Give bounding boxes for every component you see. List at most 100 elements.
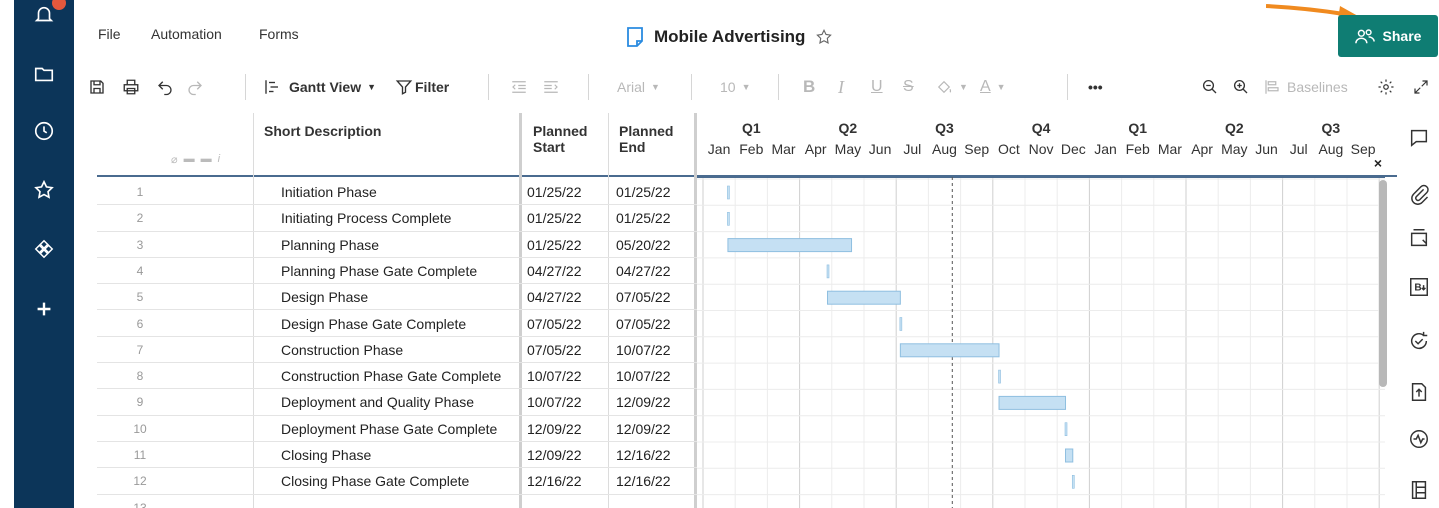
gantt-chart-svg: Q1 Q2 Q3 Q4 Q1 Q2 Q3 Jan Feb Mar Apr May Jun Jul Aug Se… xyxy=(697,120,1385,508)
comments-icon[interactable] xyxy=(1408,127,1430,149)
favorite-star-icon[interactable] xyxy=(815,28,833,46)
table-row[interactable]: 2 Initiating Process Complete 01/25/22 01/2… xyxy=(97,205,697,232)
clock-icon[interactable] xyxy=(14,116,74,146)
chevron-down-icon: ▼ xyxy=(741,82,751,92)
cell-short-description[interactable]: Construction Phase xyxy=(281,342,403,358)
share-button[interactable]: Share xyxy=(1338,15,1438,57)
table-row[interactable]: 1 Initiation Phase 01/25/22 01/25/22 xyxy=(97,179,697,206)
activity-log-icon[interactable] xyxy=(1408,330,1430,352)
cell-planned-start[interactable]: 10/07/22 xyxy=(527,368,582,384)
bell-icon[interactable] xyxy=(14,0,74,30)
table-row[interactable]: 3 Planning Phase 01/25/22 05/20/22 xyxy=(97,232,697,258)
gantt-view-dropdown[interactable]: Gantt View ▼ xyxy=(263,75,376,99)
cell-planned-end[interactable]: 05/20/22 xyxy=(616,237,671,253)
filter-label: Filter xyxy=(415,79,450,95)
redo-icon[interactable] xyxy=(186,75,204,99)
cell-short-description[interactable]: Deployment Phase Gate Complete xyxy=(281,421,497,437)
undo-icon[interactable] xyxy=(156,75,174,99)
table-row[interactable]: 4 Planning Phase Gate Complete 04/27/22 04/… xyxy=(97,258,697,285)
cell-planned-end[interactable]: 07/05/22 xyxy=(616,289,671,305)
table-row[interactable]: 8 Construction Phase Gate Complete 10/07/2… xyxy=(97,363,697,390)
toolbar-divider xyxy=(488,74,489,100)
cell-planned-end[interactable]: 07/05/22 xyxy=(616,316,671,332)
cell-planned-start[interactable]: 12/16/22 xyxy=(527,473,582,489)
bold-button[interactable]: B xyxy=(803,75,815,99)
filter-button[interactable]: Filter xyxy=(395,75,449,99)
cell-planned-start[interactable]: 01/25/22 xyxy=(527,210,582,226)
cell-planned-end[interactable]: 10/07/22 xyxy=(616,342,671,358)
fill-color-dropdown[interactable]: ▼ xyxy=(935,75,968,99)
cell-short-description[interactable]: Planning Phase Gate Complete xyxy=(281,263,477,279)
cell-planned-end[interactable]: 12/09/22 xyxy=(616,394,671,410)
strikethrough-button[interactable]: S xyxy=(903,75,914,99)
table-row[interactable]: 7 Construction Phase 07/05/22 10/07/22 xyxy=(97,337,697,364)
cell-planned-end[interactable]: 10/07/22 xyxy=(616,368,671,384)
cell-planned-end[interactable]: 12/16/22 xyxy=(616,447,671,463)
cell-short-description[interactable]: Closing Phase Gate Complete xyxy=(281,473,469,489)
menu-forms[interactable]: Forms xyxy=(259,26,299,42)
cell-planned-start[interactable]: 10/07/22 xyxy=(527,394,582,410)
summary-icon[interactable]: B xyxy=(1408,276,1430,298)
italic-button[interactable]: I xyxy=(838,75,844,99)
cell-short-description[interactable]: Initiation Phase xyxy=(281,184,377,200)
col-header-short-description[interactable]: Short Description xyxy=(264,123,381,139)
menu-file[interactable]: File xyxy=(98,26,121,42)
cell-planned-end[interactable]: 01/25/22 xyxy=(616,210,671,226)
zoom-out-icon[interactable] xyxy=(1201,75,1219,99)
publish-icon[interactable] xyxy=(1408,381,1430,403)
workflow-icon[interactable] xyxy=(1408,428,1430,450)
table-row[interactable]: 12 Closing Phase Gate Complete 12/16/22 12/… xyxy=(97,468,697,495)
cell-planned-start[interactable]: 12/09/22 xyxy=(527,447,582,463)
solutions-icon[interactable] xyxy=(14,234,74,264)
paperclip-icon[interactable] xyxy=(1408,183,1430,205)
gantt-close-icon[interactable]: × xyxy=(1374,155,1382,171)
table-row[interactable]: 10 Deployment Phase Gate Complete 12/09/22… xyxy=(97,416,697,442)
cell-planned-end[interactable]: 01/25/22 xyxy=(616,184,671,200)
cell-planned-start[interactable]: 04/27/22 xyxy=(527,289,582,305)
vertical-scrollbar[interactable] xyxy=(1379,180,1387,387)
cell-planned-start[interactable]: 01/25/22 xyxy=(527,237,582,253)
folder-icon[interactable] xyxy=(14,59,74,89)
font-family-dropdown[interactable]: Arial ▼ xyxy=(617,75,660,99)
cell-short-description[interactable]: Initiating Process Complete xyxy=(281,210,451,226)
menu-automation[interactable]: Automation xyxy=(151,26,222,42)
sheet-title[interactable]: Mobile Advertising xyxy=(654,27,805,47)
table-row[interactable]: 13 xyxy=(97,495,697,508)
settings-gear-icon[interactable] xyxy=(1377,75,1395,99)
cell-short-description[interactable]: Design Phase xyxy=(281,289,368,305)
cell-planned-start[interactable]: 12/09/22 xyxy=(527,421,582,437)
table-row[interactable]: 9 Deployment and Quality Phase 10/07/22 12/… xyxy=(97,389,697,416)
cell-planned-start[interactable]: 01/25/22 xyxy=(527,184,582,200)
underline-button[interactable]: U xyxy=(871,75,883,99)
table-row[interactable]: 6 Design Phase Gate Complete 07/05/22 07/05… xyxy=(97,311,697,337)
outdent-icon[interactable] xyxy=(510,75,528,99)
forms-panel-icon[interactable] xyxy=(1408,479,1430,501)
col-header-planned-end[interactable]: Planned End xyxy=(619,123,689,155)
table-row[interactable]: 11 Closing Phase 12/09/22 12/16/22 xyxy=(97,442,697,469)
cell-short-description[interactable]: Planning Phase xyxy=(281,237,379,253)
cell-planned-end[interactable]: 12/16/22 xyxy=(616,473,671,489)
font-size-dropdown[interactable]: 10 ▼ xyxy=(720,75,751,99)
zoom-in-icon[interactable] xyxy=(1232,75,1250,99)
cell-short-description[interactable]: Closing Phase xyxy=(281,447,371,463)
cell-planned-start[interactable]: 07/05/22 xyxy=(527,342,582,358)
table-row[interactable]: 5 Design Phase 04/27/22 07/05/22 xyxy=(97,284,697,311)
cell-planned-end[interactable]: 12/09/22 xyxy=(616,421,671,437)
text-color-dropdown[interactable]: A ▼ xyxy=(980,75,1006,99)
plus-icon[interactable] xyxy=(14,294,74,324)
indent-icon[interactable] xyxy=(542,75,560,99)
cell-planned-start[interactable]: 07/05/22 xyxy=(527,316,582,332)
more-options-button[interactable]: ••• xyxy=(1088,75,1103,99)
cell-planned-start[interactable]: 04/27/22 xyxy=(527,263,582,279)
save-icon[interactable] xyxy=(88,75,106,99)
cell-short-description[interactable]: Design Phase Gate Complete xyxy=(281,316,466,332)
star-nav-icon[interactable] xyxy=(14,175,74,205)
expand-icon[interactable] xyxy=(1412,75,1430,99)
baselines-button[interactable]: Baselines xyxy=(1263,75,1348,99)
proofing-icon[interactable] xyxy=(1408,227,1430,249)
cell-short-description[interactable]: Deployment and Quality Phase xyxy=(281,394,474,410)
print-icon[interactable] xyxy=(122,75,140,99)
cell-planned-end[interactable]: 04/27/22 xyxy=(616,263,671,279)
col-header-planned-start[interactable]: Planned Start xyxy=(533,123,603,155)
cell-short-description[interactable]: Construction Phase Gate Complete xyxy=(281,368,501,384)
